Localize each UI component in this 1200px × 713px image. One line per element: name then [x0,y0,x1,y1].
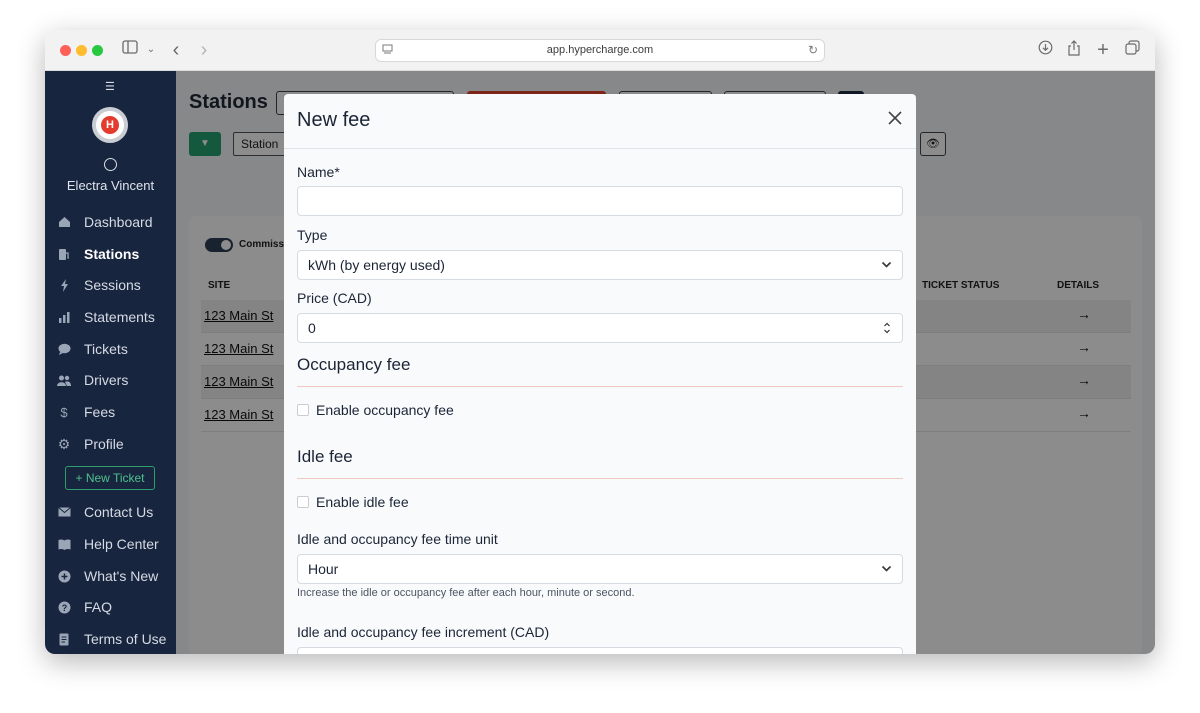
menu-icon[interactable]: ☰ [105,80,115,93]
browser-toolbar: ⌄ ‹ › app.hypercharge.com ↻ + [45,30,1155,71]
book-icon [57,537,71,551]
idle-fee-heading: Idle fee [297,447,353,466]
sidebar-item-profile[interactable]: ⚙ Profile [57,434,175,454]
new-fee-modal: New fee Name* Type kWh (by energy used) … [284,94,916,654]
price-value: 0 [308,320,316,336]
user-icon[interactable] [104,158,117,171]
home-icon [57,215,71,229]
sidebar-item-tickets[interactable]: Tickets [57,339,175,359]
modal-title: New fee [297,109,371,131]
type-label: Type [297,227,328,243]
checkbox-label: Enable occupancy fee [316,402,454,418]
svg-text:?: ? [61,603,67,613]
sidebar-item-label: Stations [84,246,140,262]
bolt-icon [57,278,71,292]
modal-header: New fee [284,94,916,149]
bar-chart-icon [57,310,71,324]
forward-icon[interactable]: › [197,40,211,60]
sidebar-item-label: Fees [84,404,116,420]
occupancy-fee-heading: Occupancy fee [297,355,411,374]
close-icon[interactable] [886,110,904,128]
price-label: Price (CAD) [297,290,372,306]
charging-station-icon [57,247,71,261]
chevron-down-icon [881,251,892,289]
close-window-button[interactable] [60,45,71,56]
checkbox-box[interactable] [297,404,309,416]
time-unit-value: Hour [308,561,339,577]
sidebar-item-dashboard[interactable]: Dashboard [57,212,175,232]
sidebar-item-label: Profile [84,436,124,452]
new-ticket-label: New Ticket [85,471,145,485]
plus-circle-icon [57,569,71,583]
minimize-window-button[interactable] [76,45,87,56]
chevron-down-icon [881,555,892,593]
checkbox-box[interactable] [297,496,309,508]
increment-label: Idle and occupancy fee increment (CAD) [297,624,550,640]
section-divider [297,386,903,387]
enable-idle-fee-checkbox[interactable]: Enable idle fee [297,494,409,510]
users-icon [57,373,71,387]
back-icon[interactable]: ‹ [169,40,183,60]
time-unit-help-text: Increase the idle or occupancy fee after… [297,587,635,599]
chevron-down-icon[interactable]: ⌄ [146,40,156,60]
time-unit-label: Idle and occupancy fee time unit [297,531,498,547]
download-icon[interactable] [1036,40,1054,60]
sidebar-item-label: Sessions [84,277,141,293]
sidebar-item-label: Statements [84,309,155,325]
sidebar-item-label: Dashboard [84,214,153,230]
name-label: Name* [297,164,340,180]
logo-mark: H [101,116,119,134]
type-select-value: kWh (by energy used) [308,257,445,273]
sidebar-item-drivers[interactable]: Drivers [57,370,175,390]
sidebar-item-statements[interactable]: Statements [57,307,175,327]
sidebar-item-contact-us[interactable]: Contact Us [57,502,175,522]
gear-icon: ⚙ [57,435,71,452]
new-ticket-button[interactable]: + New Ticket [65,466,155,490]
sidebar-item-help-center[interactable]: Help Center [57,534,175,554]
sidebar: ☰ H Electra Vincent Dashboard Stations S… [45,71,176,654]
new-tab-icon[interactable]: + [1094,40,1112,60]
sidebar-item-label: Terms of Use [84,631,167,647]
plus-icon: + [75,471,83,485]
checkbox-label: Enable idle fee [316,494,409,510]
type-select[interactable]: kWh (by energy used) [297,250,903,280]
sidebar-item-label: FAQ [84,599,113,615]
question-icon: ? [57,600,71,614]
sidebar-item-terms-of-use[interactable]: Terms of Use [57,629,175,649]
enable-occupancy-fee-checkbox[interactable]: Enable occupancy fee [297,402,454,418]
sidebar-item-whats-new[interactable]: What's New [57,566,175,586]
reload-icon[interactable]: ↻ [808,43,818,57]
url-text: app.hypercharge.com [546,44,654,56]
sidebar-toggle-icon[interactable] [121,40,139,60]
zoom-window-button[interactable] [92,45,103,56]
share-icon[interactable] [1065,40,1083,60]
sidebar-item-faq[interactable]: ? FAQ [57,597,175,617]
sidebar-item-label: What's New [84,568,159,584]
dollar-icon: $ [60,404,68,420]
stepper-icon[interactable] [883,314,891,353]
envelope-icon [57,505,71,519]
sidebar-item-label: Help Center [84,536,159,552]
increment-input[interactable] [297,647,903,654]
time-unit-select[interactable]: Hour [297,554,903,584]
tab-overview-icon[interactable] [1123,40,1141,60]
sidebar-item-label: Drivers [84,372,129,388]
price-input[interactable]: 0 [297,313,903,343]
sidebar-item-stations[interactable]: Stations [57,244,175,264]
sidebar-item-label: Contact Us [84,504,154,520]
hypercharge-logo[interactable]: H [92,107,128,143]
section-divider [297,478,903,479]
chat-bubble-icon [57,342,71,356]
user-name[interactable]: Electra Vincent [45,178,176,193]
name-input[interactable] [297,186,903,216]
sidebar-item-fees[interactable]: $ Fees [57,402,175,422]
sidebar-item-label: Tickets [84,341,128,357]
sidebar-item-sessions[interactable]: Sessions [57,275,175,295]
document-icon [57,632,71,646]
address-bar[interactable]: app.hypercharge.com ↻ [375,39,825,62]
